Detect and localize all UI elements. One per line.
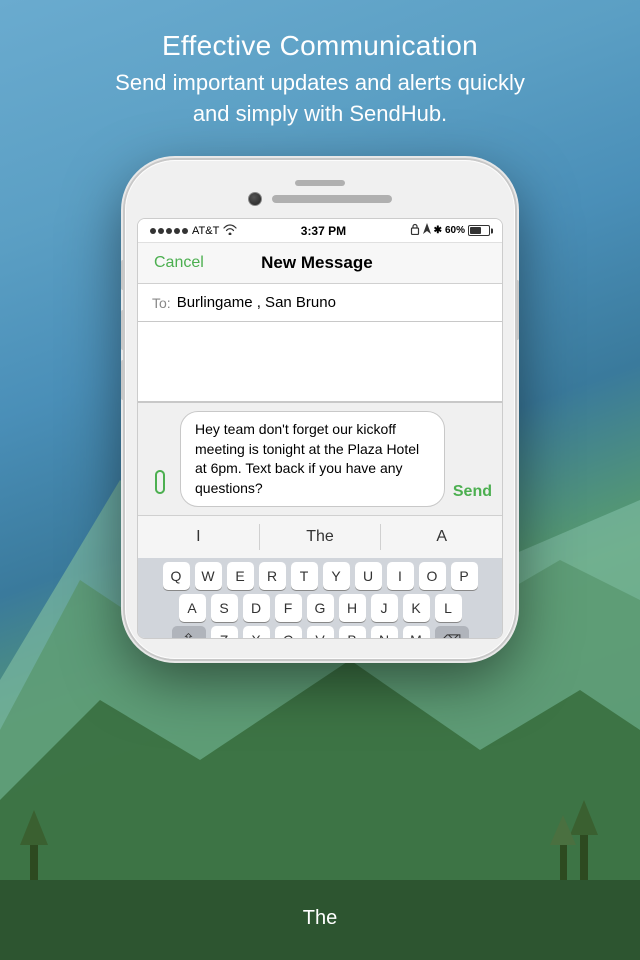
autocomplete-item-the[interactable]: The <box>260 524 382 550</box>
bottom-area: The <box>0 907 640 930</box>
key-a[interactable]: A <box>179 594 206 622</box>
bluetooth-icon: ✱ <box>434 225 442 236</box>
send-button[interactable]: Send <box>453 483 492 501</box>
cancel-button[interactable]: Cancel <box>154 254 204 272</box>
key-k[interactable]: K <box>403 594 430 622</box>
key-q[interactable]: Q <box>163 562 190 590</box>
attach-icon[interactable] <box>148 468 172 503</box>
message-input[interactable]: Hey team don't forget our kickoff meetin… <box>180 411 445 507</box>
battery-fill <box>470 227 481 234</box>
autocomplete-item-a[interactable]: A <box>381 524 502 550</box>
nav-title: New Message <box>261 253 373 273</box>
phone-mockup: AT&T 3:37 PM <box>125 160 515 659</box>
key-z[interactable]: Z <box>211 626 238 639</box>
keyboard: Q W E R T Y U I O P A S D F G H <box>138 558 502 638</box>
key-x[interactable]: X <box>243 626 270 639</box>
top-subheading: Send important updates and alerts quickl… <box>0 68 640 130</box>
key-c[interactable]: C <box>275 626 302 639</box>
ear-speaker <box>272 195 392 203</box>
key-l[interactable]: L <box>435 594 462 622</box>
key-g[interactable]: G <box>307 594 334 622</box>
phone-body: AT&T 3:37 PM <box>125 160 515 659</box>
signal-strength <box>150 228 188 234</box>
top-heading: Effective Communication <box>0 30 640 62</box>
key-t[interactable]: T <box>291 562 318 590</box>
autocomplete-bar: I The A <box>138 515 502 558</box>
key-i[interactable]: I <box>387 562 414 590</box>
key-j[interactable]: J <box>371 594 398 622</box>
key-h[interactable]: H <box>339 594 366 622</box>
keyboard-row-3: ⇧ Z X C V B N M ⌫ <box>142 626 498 639</box>
message-body-area[interactable] <box>138 322 502 402</box>
location-icon <box>423 223 431 238</box>
top-speaker <box>295 180 345 186</box>
to-field[interactable]: To: Burlingame , San Bruno <box>138 284 502 322</box>
front-camera <box>248 192 262 206</box>
compose-area: Hey team don't forget our kickoff meetin… <box>138 402 502 515</box>
key-n[interactable]: N <box>371 626 398 639</box>
signal-dot-2 <box>158 228 164 234</box>
status-left: AT&T <box>150 224 237 238</box>
autocomplete-item-i[interactable]: I <box>138 524 260 550</box>
key-shift[interactable]: ⇧ <box>172 626 206 639</box>
key-w[interactable]: W <box>195 562 222 590</box>
status-right: ✱ 60% <box>410 223 490 238</box>
signal-dot-1 <box>150 228 156 234</box>
key-d[interactable]: D <box>243 594 270 622</box>
power-button <box>515 280 519 340</box>
camera-row <box>248 192 392 206</box>
battery-percent: 60% <box>445 225 465 236</box>
bottom-text: The <box>303 907 337 929</box>
phone-screen: AT&T 3:37 PM <box>137 218 503 639</box>
phone-top-area <box>137 180 503 206</box>
nav-bar: Cancel New Message <box>138 243 502 284</box>
battery-icon <box>468 225 490 236</box>
mute-button <box>121 260 125 290</box>
key-m[interactable]: M <box>403 626 430 639</box>
wifi-icon <box>223 224 237 238</box>
key-o[interactable]: O <box>419 562 446 590</box>
key-s[interactable]: S <box>211 594 238 622</box>
signal-dot-5 <box>182 228 188 234</box>
to-value: Burlingame , San Bruno <box>177 294 336 311</box>
status-time: 3:37 PM <box>301 224 346 238</box>
keyboard-row-2: A S D F G H J K L <box>142 594 498 622</box>
key-f[interactable]: F <box>275 594 302 622</box>
key-v[interactable]: V <box>307 626 334 639</box>
key-b[interactable]: B <box>339 626 366 639</box>
top-text-block: Effective Communication Send important u… <box>0 30 640 130</box>
keyboard-row-1: Q W E R T Y U I O P <box>142 562 498 590</box>
volume-down-button <box>121 360 125 400</box>
key-e[interactable]: E <box>227 562 254 590</box>
to-label: To: <box>152 295 171 311</box>
key-y[interactable]: Y <box>323 562 350 590</box>
battery-bar <box>468 225 490 236</box>
key-u[interactable]: U <box>355 562 382 590</box>
signal-dot-3 <box>166 228 172 234</box>
message-text: Hey team don't forget our kickoff meetin… <box>195 421 419 496</box>
key-backspace[interactable]: ⌫ <box>435 626 469 639</box>
key-r[interactable]: R <box>259 562 286 590</box>
lock-icon <box>410 223 420 238</box>
status-bar: AT&T 3:37 PM <box>138 219 502 243</box>
signal-dot-4 <box>174 228 180 234</box>
carrier-name: AT&T <box>192 225 219 237</box>
volume-up-button <box>121 310 125 350</box>
key-p[interactable]: P <box>451 562 478 590</box>
